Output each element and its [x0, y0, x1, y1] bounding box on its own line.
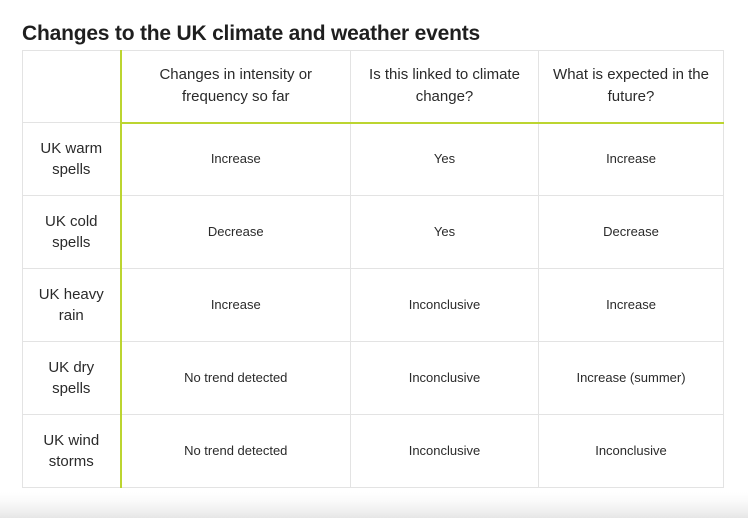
cell-dry-spells-changes-so-far: No trend detected — [120, 341, 351, 415]
page-bottom-shadow — [0, 492, 748, 518]
table-row: UK heavy rain Increase Inconclusive Incr… — [22, 268, 724, 342]
row-label-uk-warm-spells: UK warm spells — [22, 122, 122, 196]
cell-wind-storms-changes-so-far: No trend detected — [120, 414, 351, 488]
cell-dry-spells-expected-future: Increase (summer) — [538, 341, 724, 415]
cell-warm-spells-linked-to-climate-change: Yes — [350, 122, 539, 196]
cell-cold-spells-expected-future: Decrease — [538, 195, 724, 269]
cell-warm-spells-changes-so-far: Increase — [120, 122, 351, 196]
page-root: Changes to the UK climate and weather ev… — [0, 0, 748, 518]
cell-dry-spells-linked-to-climate-change: Inconclusive — [350, 341, 539, 415]
cell-cold-spells-changes-so-far: Decrease — [120, 195, 351, 269]
climate-table-container: Changes in intensity or frequency so far… — [22, 50, 724, 488]
row-label-uk-dry-spells: UK dry spells — [22, 341, 122, 415]
table-row: UK cold spells Decrease Yes Decrease — [22, 195, 724, 269]
table-row: UK warm spells Increase Yes Increase — [22, 122, 724, 196]
page-title: Changes to the UK climate and weather ev… — [22, 22, 480, 46]
table-header-linked-to-climate-change: Is this linked to climate change? — [350, 50, 539, 124]
row-label-uk-wind-storms: UK wind storms — [22, 414, 122, 488]
row-label-uk-heavy-rain: UK heavy rain — [22, 268, 122, 342]
row-label-uk-cold-spells: UK cold spells — [22, 195, 122, 269]
cell-warm-spells-expected-future: Increase — [538, 122, 724, 196]
cell-wind-storms-linked-to-climate-change: Inconclusive — [350, 414, 539, 488]
table-row: UK dry spells No trend detected Inconclu… — [22, 341, 724, 415]
cell-heavy-rain-linked-to-climate-change: Inconclusive — [350, 268, 539, 342]
cell-wind-storms-expected-future: Inconclusive — [538, 414, 724, 488]
table-header-expected-future: What is expected in the future? — [538, 50, 724, 124]
table-header: Changes in intensity or frequency so far… — [22, 50, 724, 124]
table-header-row: Changes in intensity or frequency so far… — [22, 50, 724, 124]
cell-heavy-rain-changes-so-far: Increase — [120, 268, 351, 342]
table-header-corner — [22, 50, 122, 123]
table-body: UK warm spells Increase Yes Increase UK … — [22, 122, 724, 488]
climate-table: Changes in intensity or frequency so far… — [22, 50, 724, 488]
cell-cold-spells-linked-to-climate-change: Yes — [350, 195, 539, 269]
table-header-changes-so-far: Changes in intensity or frequency so far — [120, 50, 351, 124]
table-row: UK wind storms No trend detected Inconcl… — [22, 414, 724, 488]
cell-heavy-rain-expected-future: Increase — [538, 268, 724, 342]
